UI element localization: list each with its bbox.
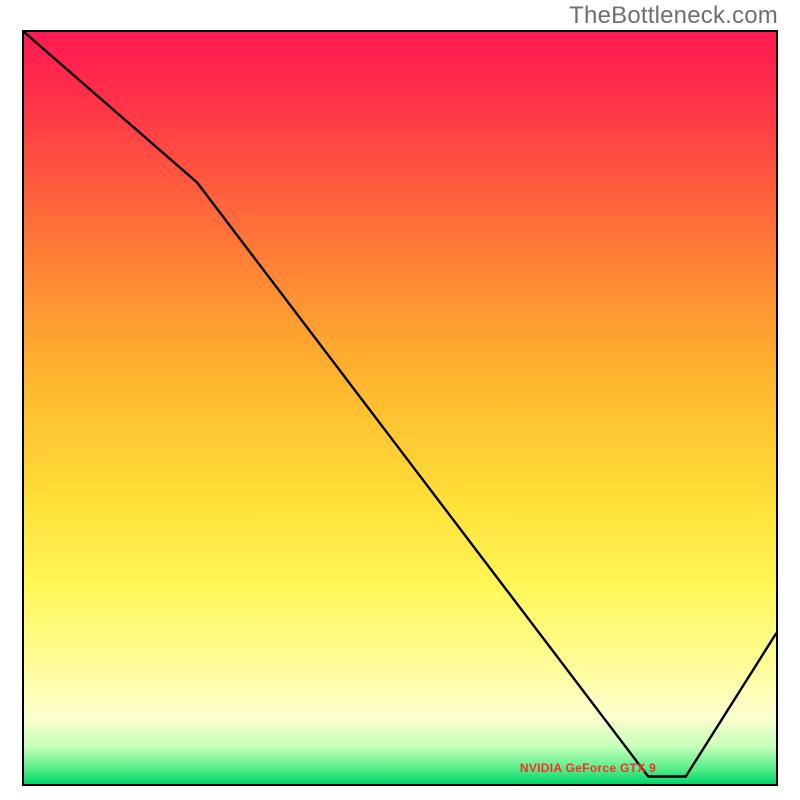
watermark-text: TheBottleneck.com: [569, 2, 778, 30]
chart-frame: NVIDIA GeForce GTX 9: [22, 30, 778, 786]
series-line: [24, 32, 776, 777]
series-label: NVIDIA GeForce GTX 9: [520, 761, 656, 775]
chart-line-svg: [24, 32, 776, 784]
chart-container: TheBottleneck.com NVIDIA GeForce GTX 9: [0, 0, 800, 800]
